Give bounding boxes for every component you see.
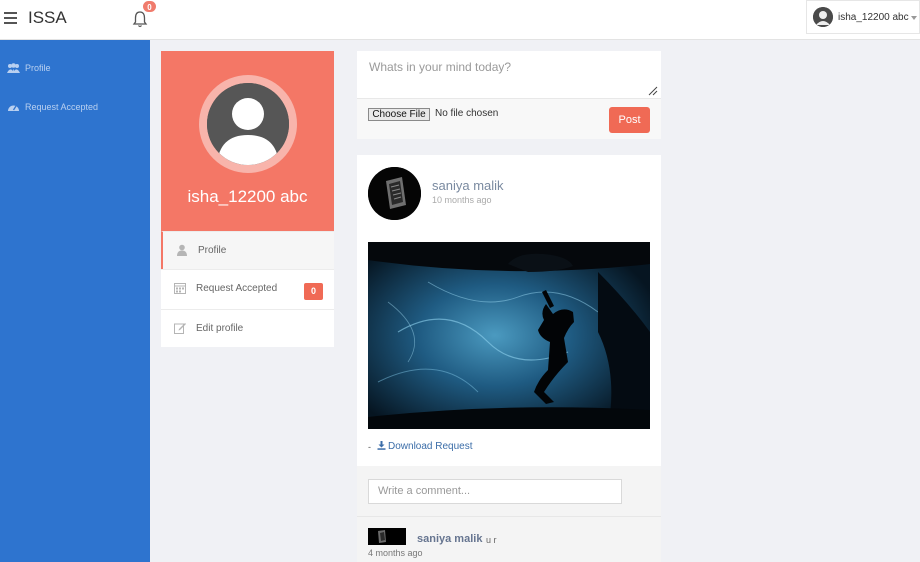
sidebar-item-label: Profile <box>25 63 51 73</box>
dashboard-icon <box>8 105 19 111</box>
user-name: isha_12200 abc <box>838 12 909 23</box>
post-photo <box>368 242 650 429</box>
top-navbar: ISSA 0 isha_12200 abc <box>0 0 920 40</box>
post-image[interactable] <box>368 242 650 429</box>
sidebar: Profile Request Accepted <box>0 40 150 562</box>
default-user-icon <box>207 83 289 165</box>
status-textarea[interactable]: Whats in your mind today? <box>357 51 661 99</box>
avatar[interactable] <box>368 167 421 220</box>
avatar <box>813 7 833 27</box>
comment-author[interactable]: saniya malik <box>417 533 482 545</box>
post-card: saniya malik 10 months ago - Download Re… <box>357 155 661 466</box>
profile-card: isha_12200 abc Profile Request Accepted … <box>161 51 334 347</box>
sidebar-item-label: Request Accepted <box>25 102 99 112</box>
download-request-link[interactable]: Download Request <box>377 441 473 452</box>
profile-menu-label: Edit profile <box>196 323 244 334</box>
brand-title[interactable]: ISSA <box>28 8 67 28</box>
divider <box>357 516 661 517</box>
sidebar-item-profile[interactable]: Profile <box>0 57 150 81</box>
chevron-down-icon <box>911 16 917 20</box>
download-prefix: - <box>368 442 371 452</box>
user-menu-dropdown[interactable]: isha_12200 abc <box>806 0 920 34</box>
choose-file-button[interactable]: Choose File <box>368 108 430 121</box>
profile-avatar <box>199 75 297 173</box>
post-timestamp: 10 months ago <box>432 195 492 205</box>
resize-handle-icon[interactable] <box>648 86 658 96</box>
post-composer: Whats in your mind today? Choose File No… <box>357 51 661 139</box>
avatar[interactable] <box>368 528 406 545</box>
author-avatar-image <box>368 167 421 220</box>
users-icon <box>7 63 20 73</box>
profile-menu-label: Profile <box>198 245 227 256</box>
post-button[interactable]: Post <box>609 107 650 133</box>
notification-badge[interactable]: 0 <box>142 0 157 13</box>
post-author[interactable]: saniya malik <box>432 178 504 193</box>
sidebar-item-request-accepted[interactable]: Request Accepted <box>0 96 150 120</box>
profile-menu-request-accepted[interactable]: Request Accepted 0 <box>161 269 334 309</box>
download-icon <box>377 441 386 450</box>
file-status: No file chosen <box>435 108 499 119</box>
commenter-avatar-image <box>368 528 406 545</box>
hamburger-menu-icon[interactable] <box>4 12 17 24</box>
profile-header: isha_12200 abc <box>161 51 334 231</box>
request-count-badge: 0 <box>304 283 323 300</box>
comment-section: Write a comment... saniya malik u r 4 mo… <box>357 466 661 562</box>
profile-menu-label: Request Accepted <box>196 283 278 294</box>
profile-name: isha_12200 abc <box>187 187 308 206</box>
comment-input[interactable]: Write a comment... <box>368 479 622 504</box>
profile-menu-profile[interactable]: Profile <box>161 231 334 269</box>
comment-timestamp: 4 months ago <box>368 548 423 558</box>
profile-menu-edit-profile[interactable]: Edit profile <box>161 309 334 347</box>
edit-icon <box>174 323 186 334</box>
default-user-icon <box>813 7 833 27</box>
download-label: Download Request <box>388 441 473 452</box>
comment-text: u r <box>486 535 497 545</box>
calendar-icon <box>174 283 186 294</box>
user-icon <box>177 244 187 256</box>
